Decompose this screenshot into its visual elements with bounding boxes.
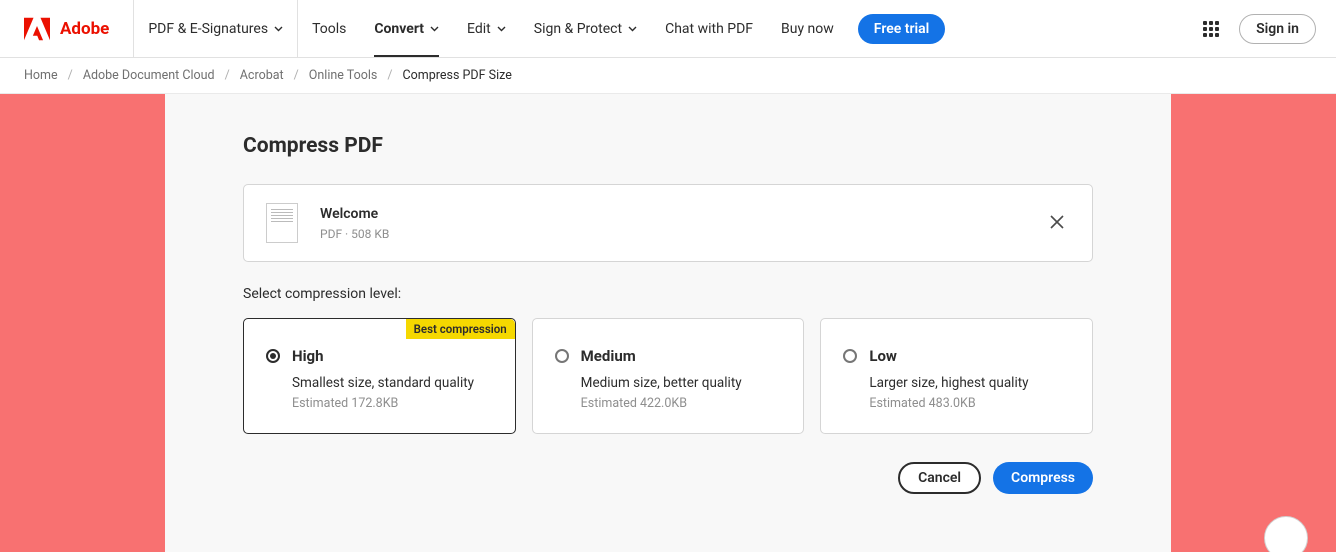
nav-item-label: Convert xyxy=(374,21,424,37)
remove-file-button[interactable] xyxy=(1044,208,1070,239)
chevron-down-icon xyxy=(430,26,439,32)
file-meta: PDF · 508 KB xyxy=(320,227,1044,241)
nav-items: PDF & E-Signatures Tools Convert Edit Sign &… xyxy=(134,0,847,57)
close-icon xyxy=(1050,215,1064,229)
top-nav: Adobe PDF & E-Signatures Tools Convert Edit… xyxy=(0,0,1336,58)
brand-text: Adobe xyxy=(60,19,109,39)
option-title: High xyxy=(292,347,324,365)
file-name: Welcome xyxy=(320,206,1044,222)
nav-item-tools[interactable]: Tools xyxy=(298,0,360,57)
option-estimated-size: Estimated 483.0KB xyxy=(869,396,1070,411)
nav-item-label: Tools xyxy=(312,21,346,37)
compression-options: Best compression High Smallest size, stand… xyxy=(243,318,1093,434)
chevron-down-icon xyxy=(628,26,637,32)
compression-option-medium[interactable]: Medium Medium size, better quality Estimat… xyxy=(532,318,805,434)
page-title: Compress PDF xyxy=(243,134,1093,158)
nav-item-label: PDF & E-Signatures xyxy=(148,21,268,37)
breadcrumb-link[interactable]: Adobe Document Cloud xyxy=(83,68,215,83)
nav-item-pdf-e-signatures[interactable]: PDF & E-Signatures xyxy=(134,0,297,57)
nav-item-sign-protect[interactable]: Sign & Protect xyxy=(520,0,651,57)
breadcrumb-separator: / xyxy=(225,68,230,83)
compression-level-label: Select compression level: xyxy=(243,286,1093,302)
compression-option-low[interactable]: Low Larger size, highest quality Estimated… xyxy=(820,318,1093,434)
breadcrumb-link[interactable]: Acrobat xyxy=(240,68,284,83)
option-title: Low xyxy=(869,347,897,365)
page-background: Compress PDF Welcome PDF · 508 KB Select… xyxy=(0,94,1336,552)
sign-in-button[interactable]: Sign in xyxy=(1239,14,1316,44)
chevron-down-icon xyxy=(274,26,283,32)
nav-item-chat-with-pdf[interactable]: Chat with PDF xyxy=(651,0,767,57)
best-compression-badge: Best compression xyxy=(406,319,515,339)
breadcrumb-separator: / xyxy=(68,68,73,83)
file-card: Welcome PDF · 508 KB xyxy=(243,184,1093,262)
radio-icon xyxy=(843,349,857,363)
nav-item-label: Edit xyxy=(467,21,491,37)
option-title: Medium xyxy=(581,347,636,365)
nav-item-convert[interactable]: Convert xyxy=(360,0,453,57)
file-info: Welcome PDF · 508 KB xyxy=(320,206,1044,241)
radio-icon xyxy=(266,349,280,363)
breadcrumb-link[interactable]: Home xyxy=(24,68,58,83)
free-trial-button[interactable]: Free trial xyxy=(858,14,946,44)
breadcrumb-current: Compress PDF Size xyxy=(403,68,512,83)
nav-item-label: Sign & Protect xyxy=(534,21,622,37)
radio-icon xyxy=(555,349,569,363)
option-description: Larger size, highest quality xyxy=(869,375,1070,391)
compression-option-high[interactable]: Best compression High Smallest size, stand… xyxy=(243,318,516,434)
option-description: Smallest size, standard quality xyxy=(292,375,493,391)
option-estimated-size: Estimated 422.0KB xyxy=(581,396,782,411)
adobe-logo-icon xyxy=(24,17,50,41)
app-switcher-icon[interactable] xyxy=(1203,21,1219,37)
breadcrumb-link[interactable]: Online Tools xyxy=(309,68,378,83)
chevron-down-icon xyxy=(497,26,506,32)
cancel-button[interactable]: Cancel xyxy=(898,462,981,494)
option-description: Medium size, better quality xyxy=(581,375,782,391)
nav-item-edit[interactable]: Edit xyxy=(453,0,520,57)
file-thumbnail-icon xyxy=(266,203,298,243)
action-buttons: Cancel Compress xyxy=(243,462,1093,494)
nav-item-buy-now[interactable]: Buy now xyxy=(767,0,848,57)
compress-button[interactable]: Compress xyxy=(993,462,1093,494)
nav-item-label: Buy now xyxy=(781,21,834,37)
nav-item-label: Chat with PDF xyxy=(665,21,753,37)
option-estimated-size: Estimated 172.8KB xyxy=(292,396,493,411)
content-panel: Compress PDF Welcome PDF · 508 KB Select… xyxy=(165,94,1171,552)
brand-logo[interactable]: Adobe xyxy=(0,0,133,57)
breadcrumb-separator: / xyxy=(294,68,299,83)
breadcrumb: Home / Adobe Document Cloud / Acrobat / Online… xyxy=(0,58,1336,94)
breadcrumb-separator: / xyxy=(387,68,392,83)
